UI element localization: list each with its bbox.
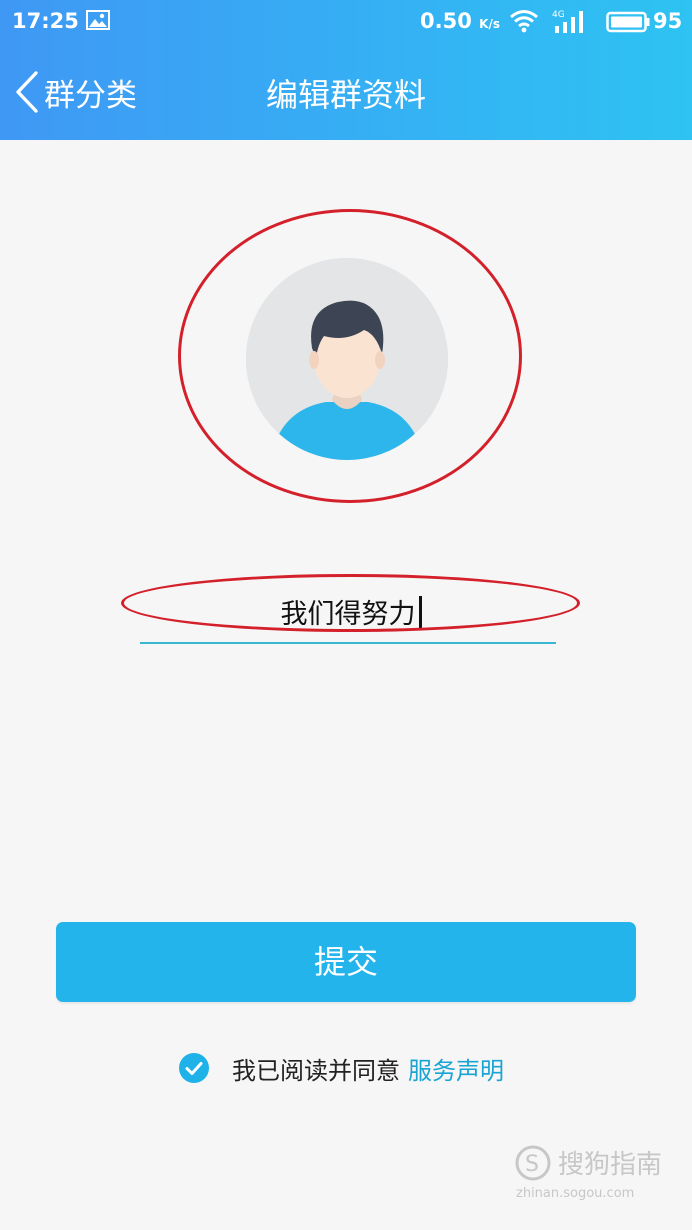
watermark-url: zhinan.sogou.com (516, 1186, 635, 1201)
network-speed: 0.50 K/s (420, 9, 500, 33)
red-annotation-ellipse (121, 574, 580, 632)
page-title: 编辑群资料 (265, 76, 426, 114)
battery-level: 95 (653, 9, 683, 33)
header-bar: 17:25 0.50 K/s 4G 95 群分类 编辑群资料 (0, 0, 692, 140)
cellular-signal-icon: 4G (552, 10, 583, 33)
network-speed-unit: K/s (479, 17, 500, 31)
sogou-logo-icon: S (515, 1145, 551, 1181)
svg-text:S: S (525, 1152, 539, 1177)
status-bar: 17:25 0.50 K/s 4G 95 (0, 0, 692, 44)
red-annotation-circle (178, 209, 522, 503)
service-statement-link[interactable]: 服务声明 (408, 1051, 504, 1086)
network-speed-value: 0.50 (420, 9, 472, 33)
image-notification-icon (86, 10, 110, 30)
checkbox-checked-icon[interactable] (178, 1052, 210, 1084)
agreement-row: 我已阅读并同意 服务声明 (178, 1050, 504, 1086)
watermark: S 搜狗指南 zhinan.sogou.com (514, 1140, 684, 1210)
agreement-text: 我已阅读并同意 (232, 1056, 400, 1085)
wifi-icon (510, 10, 538, 33)
network-type-label: 4G (552, 10, 565, 20)
battery-icon (606, 11, 650, 33)
submit-button[interactable]: 提交 (56, 922, 636, 1002)
status-time: 17:25 (12, 9, 79, 33)
watermark-brand: 搜狗指南 (558, 1150, 663, 1180)
